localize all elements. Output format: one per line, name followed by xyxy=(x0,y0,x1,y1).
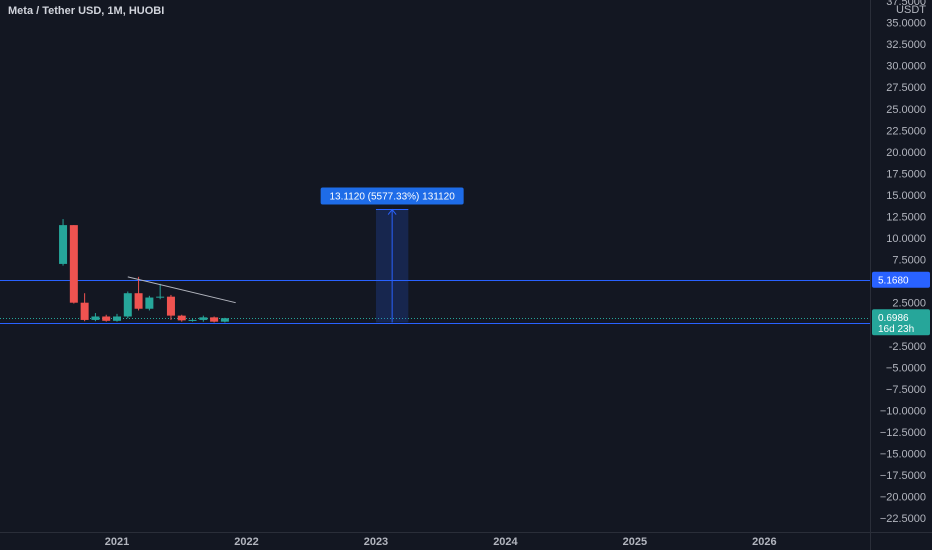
price-tick-label: 7.5000 xyxy=(892,255,926,267)
candle-body xyxy=(134,293,143,309)
candle-body xyxy=(177,315,186,321)
candle-body xyxy=(113,316,121,321)
measure-label: 13.1120 (5577.33%) 131120 xyxy=(329,192,455,203)
time-tick-label: 2025 xyxy=(623,536,647,548)
price-tick-label: 10.0000 xyxy=(886,233,926,245)
time-axis[interactable]: 2021 2022 2023 2024 2025 2026 xyxy=(0,532,932,549)
time-tick-label: 2021 xyxy=(105,536,129,548)
price-chart[interactable]: 13.1120 (5577.33%) 131120 37.500035.0000… xyxy=(0,0,932,550)
candle-body xyxy=(166,296,175,316)
price-tick-label: 20.0000 xyxy=(886,147,926,159)
price-tick-label: 2.5000 xyxy=(892,298,926,310)
price-tick-label: -2.5000 xyxy=(889,341,926,353)
candle-body xyxy=(210,317,219,322)
currency-label: USDT xyxy=(896,4,926,16)
time-tick-label: 2022 xyxy=(234,536,258,548)
candle-body xyxy=(199,317,208,320)
price-tick-label: −12.5000 xyxy=(880,427,926,439)
price-tick-label: 25.0000 xyxy=(886,104,926,116)
price-tick-label: 15.0000 xyxy=(886,190,926,202)
candle-body xyxy=(59,225,68,264)
price-tick-label: 27.5000 xyxy=(886,82,926,94)
current-price-label: 0.6986 xyxy=(878,313,909,324)
candle-body xyxy=(145,297,154,309)
price-tick-label: −15.0000 xyxy=(880,449,926,461)
candles-layer xyxy=(59,219,229,323)
candle-body xyxy=(102,316,111,321)
price-tick-label: 12.5000 xyxy=(886,212,926,224)
price-tick-label: −5.0000 xyxy=(886,362,926,374)
price-tick-label: 30.0000 xyxy=(886,61,926,73)
price-tick-label: −10.0000 xyxy=(880,405,926,417)
candle-body xyxy=(91,316,100,320)
candle-body xyxy=(188,319,197,321)
price-tick-label: 35.0000 xyxy=(886,18,926,30)
price-tick-label: −20.0000 xyxy=(880,492,926,504)
measure-tool-layer: 13.1120 (5577.33%) 131120 xyxy=(320,187,464,323)
candle-body xyxy=(123,293,132,317)
price-tick-label: −17.5000 xyxy=(880,470,926,482)
time-tick-label: 2024 xyxy=(493,536,518,548)
price-line-badge-label: 5.1680 xyxy=(878,276,909,287)
time-tick-label: 2026 xyxy=(752,536,776,548)
candle-body xyxy=(220,318,229,322)
price-tick-label: 32.5000 xyxy=(886,39,926,51)
candle-body xyxy=(69,225,78,303)
price-tick-label: −7.5000 xyxy=(886,384,926,396)
price-tick-label: −22.5000 xyxy=(880,513,926,525)
candle-body xyxy=(156,296,165,298)
candle-body xyxy=(80,302,89,320)
price-tick-label: 17.5000 xyxy=(886,168,926,180)
time-tick-label: 2023 xyxy=(364,536,388,548)
price-tick-label: 22.5000 xyxy=(886,125,926,137)
bar-countdown-label: 16d 23h xyxy=(878,324,914,335)
